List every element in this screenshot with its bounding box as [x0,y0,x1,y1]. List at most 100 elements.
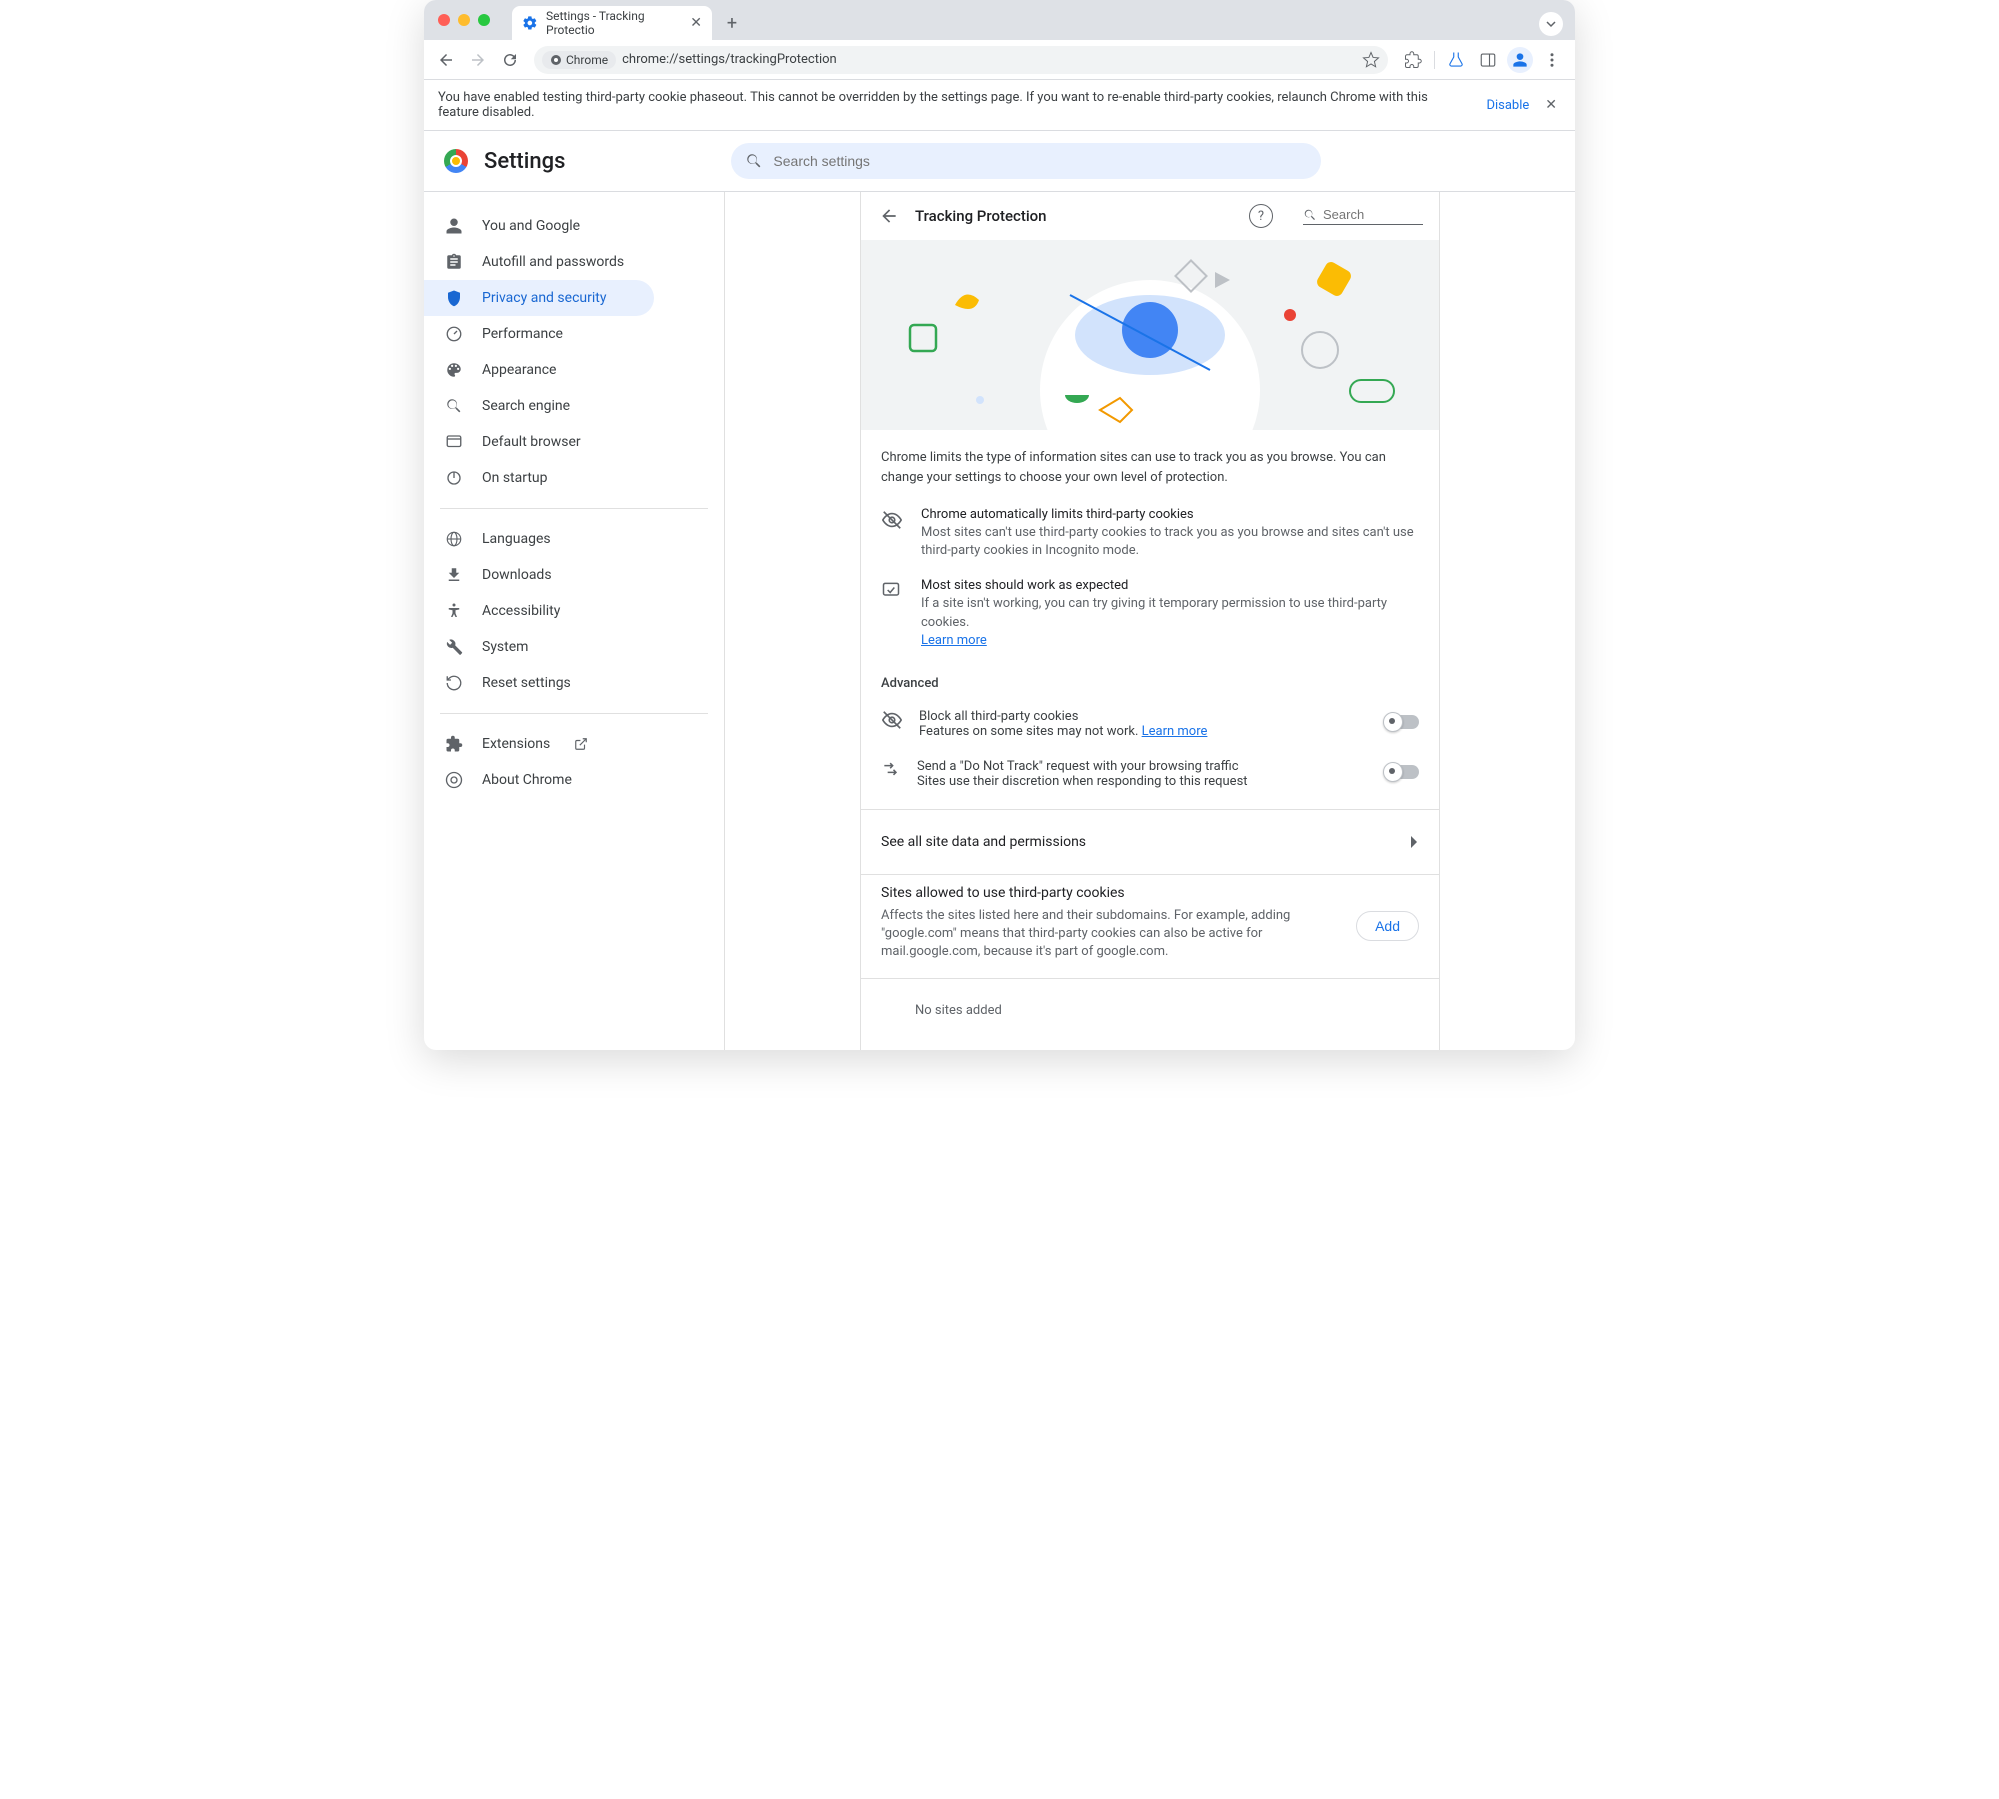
window-minimize-button[interactable] [458,14,470,26]
chrome-icon [444,771,464,789]
omnibox-url: chrome://settings/trackingProtection [622,52,837,67]
power-icon [444,469,464,487]
side-panel-icon[interactable] [1473,46,1503,74]
empty-state: No sites added [881,989,1419,1032]
help-button[interactable]: ? [1249,204,1273,228]
toggle-switch[interactable] [1385,765,1419,779]
labs-icon[interactable] [1441,46,1471,74]
learn-more-link[interactable]: Learn more [921,633,987,648]
sidebar-item-label: Appearance [482,362,556,378]
eye-off-icon [881,709,903,731]
infobar-disable-link[interactable]: Disable [1486,98,1529,113]
sidebar-item-extensions[interactable]: Extensions [424,726,654,762]
wrench-icon [444,638,464,656]
divider [440,508,708,509]
settings-header: Settings [424,131,1575,192]
sidebar-item-about[interactable]: About Chrome [424,762,654,798]
sidebar-item-label: Search engine [482,398,570,414]
browser-tab[interactable]: Settings - Tracking Protectio ✕ [512,6,712,40]
infobar: You have enabled testing third-party coo… [424,80,1575,131]
add-button[interactable]: Add [1356,911,1419,941]
learn-more-link[interactable]: Learn more [1142,724,1208,739]
info-row-title: Most sites should work as expected [921,578,1419,593]
tab-dropdown-button[interactable] [1539,12,1563,36]
omnibox-chip-label: Chrome [566,53,608,67]
sidebar-item-downloads[interactable]: Downloads [424,557,654,593]
toolbar: Chrome chrome://settings/trackingProtect… [424,40,1575,80]
window-maximize-button[interactable] [478,14,490,26]
profile-button[interactable] [1505,46,1535,74]
star-icon[interactable] [1362,51,1380,69]
back-button[interactable] [432,46,460,74]
nav-row-label: See all site data and permissions [881,834,1411,850]
sidebar-item-label: Downloads [482,567,552,583]
palette-icon [444,361,464,379]
restore-icon [444,674,464,692]
panel-header: Tracking Protection ? [861,192,1439,240]
speedometer-icon [444,325,464,343]
close-icon[interactable]: ✕ [690,15,702,31]
clipboard-icon [444,253,464,271]
toggle-do-not-track: Send a "Do Not Track" request with your … [881,749,1419,799]
extensions-icon[interactable] [1398,46,1428,74]
external-link-icon [574,737,588,751]
main: Tracking Protection ? [724,192,1575,1050]
toggle-switch[interactable] [1385,715,1419,729]
section-title: Sites allowed to use third-party cookies [881,885,1419,901]
sidebar-item-performance[interactable]: Performance [424,316,654,352]
content: Chrome limits the type of information si… [861,430,1439,1050]
download-icon [444,566,464,584]
sidebar-item-system[interactable]: System [424,629,654,665]
panel-title: Tracking Protection [915,207,1047,225]
intro-text: Chrome limits the type of information si… [881,448,1419,487]
sidebar-item-search-engine[interactable]: Search engine [424,388,654,424]
info-row-expected: Most sites should work as expected If a … [881,570,1419,660]
sidebar-item-label: System [482,639,528,655]
sidebar-item-autofill[interactable]: Autofill and passwords [424,244,654,280]
infobar-text: You have enabled testing third-party coo… [438,90,1462,120]
new-tab-button[interactable]: + [718,9,746,37]
panel-back-button[interactable] [877,204,901,228]
omnibox-chip: Chrome [542,51,616,69]
sidebar-item-accessibility[interactable]: Accessibility [424,593,654,629]
chrome-logo-icon [444,149,468,173]
sidebar-item-label: About Chrome [482,772,572,788]
panel-search[interactable] [1303,207,1423,225]
settings-search[interactable] [731,143,1321,179]
divider [861,978,1439,979]
browser-window: Settings - Tracking Protectio ✕ + Chrome… [424,0,1575,1050]
accessibility-icon [444,602,464,620]
sidebar-item-privacy[interactable]: Privacy and security [424,280,654,316]
settings-search-input[interactable] [773,153,1307,169]
sidebar-item-label: Accessibility [482,603,560,619]
sidebar-item-on-startup[interactable]: On startup [424,460,654,496]
sidebar-item-label: Privacy and security [482,290,606,306]
info-row-desc: Most sites can't use third-party cookies… [921,524,1419,560]
menu-button[interactable] [1537,46,1567,74]
sidebar-item-languages[interactable]: Languages [424,521,654,557]
gear-icon [522,15,538,31]
forward-button[interactable] [464,46,492,74]
sidebar-item-reset[interactable]: Reset settings [424,665,654,701]
omnibox[interactable]: Chrome chrome://settings/trackingProtect… [534,46,1388,74]
divider [440,713,708,714]
sidebar-item-label: Default browser [482,434,581,450]
panel-search-input[interactable] [1323,207,1423,222]
sidebar-item-default-browser[interactable]: Default browser [424,424,654,460]
info-row-title: Chrome automatically limits third-party … [921,507,1419,522]
sidebar-item-you-and-google[interactable]: You and Google [424,208,654,244]
section-desc: Affects the sites listed here and their … [881,907,1340,962]
separator [1434,51,1435,69]
window-close-button[interactable] [438,14,450,26]
globe-icon [444,530,464,548]
infobar-close-button[interactable]: ✕ [1541,93,1561,117]
sidebar-item-label: On startup [482,470,548,486]
sidebar-item-appearance[interactable]: Appearance [424,352,654,388]
allowed-sites-section: Sites allowed to use third-party cookies… [881,885,1419,1032]
body: You and Google Autofill and passwords Pr… [424,192,1575,1050]
settings-title: Settings [484,149,565,174]
reload-button[interactable] [496,46,524,74]
toggle-desc: Features on some sites may not work. Lea… [919,724,1369,739]
info-row-cookies: Chrome automatically limits third-party … [881,499,1419,570]
nav-site-data[interactable]: See all site data and permissions [881,820,1419,864]
